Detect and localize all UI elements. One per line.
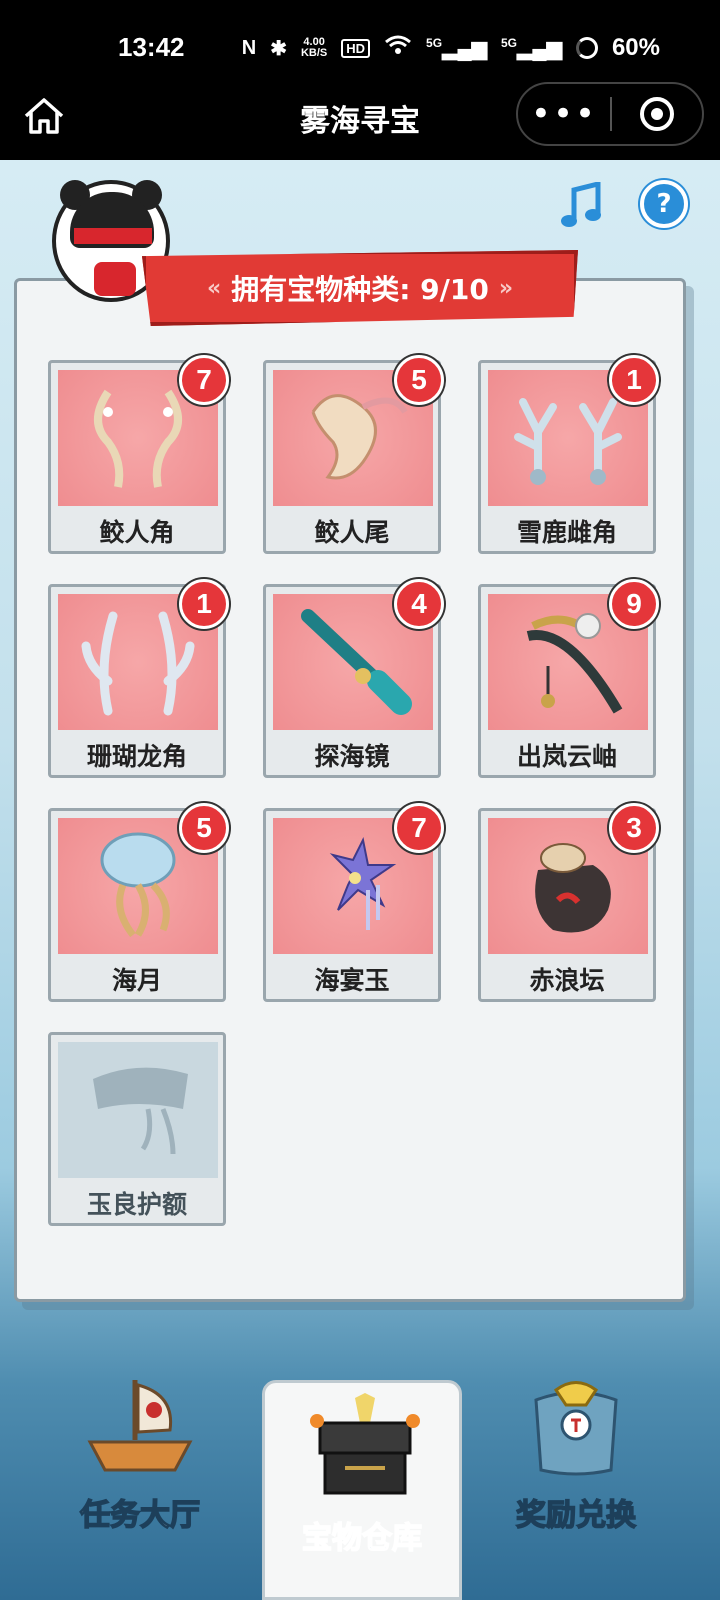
chevron-right-icon: »	[498, 275, 514, 301]
treasure-name: 海宴玉	[314, 966, 390, 995]
treasure-name: 鲛人角	[99, 518, 175, 547]
count-badge: 5	[179, 803, 229, 853]
treasure-name: 玉良护额	[86, 1190, 187, 1219]
treasure-card[interactable]: 鲛人角 7	[48, 355, 229, 554]
tab-task-hall[interactable]: 任务大厅	[40, 1360, 240, 1580]
exit-icon	[639, 97, 674, 131]
mascot-mask	[74, 228, 152, 244]
chevron-left-icon: «	[206, 275, 222, 301]
count-badge: 3	[609, 803, 659, 853]
capsule-menu: •••	[516, 82, 704, 146]
count-badge: 9	[609, 579, 659, 629]
treasure-card[interactable]: 鲛人尾 5	[263, 355, 444, 554]
treasure-card[interactable]: 探海镜 4	[263, 579, 444, 778]
count-badge: 7	[394, 803, 444, 853]
treasure-name: 海月	[111, 966, 162, 995]
treasure-card[interactable]: 海宴玉 7	[263, 803, 444, 1002]
jade-hairpin-icon	[329, 836, 397, 930]
fish-tail-icon	[311, 394, 408, 480]
coral-horn-icon	[81, 611, 195, 716]
staff-icon	[526, 613, 623, 714]
treasure-card[interactable]: 珊瑚龙角 1	[48, 579, 229, 778]
mini-program-navbar: 雾海寻宝 •••	[0, 70, 720, 160]
antler-icon	[514, 398, 622, 485]
tab-treasure-warehouse[interactable]: 宝物仓库	[262, 1380, 462, 1600]
treasure-card[interactable]: 雪鹿雌角 1	[478, 355, 659, 554]
bottom-tab-bar: 任务大厅 宝物仓库 奖励兑换	[0, 1360, 720, 1600]
gift-bag-icon	[534, 1381, 618, 1476]
telescope-icon	[301, 609, 412, 715]
headband-silhouette-icon	[93, 1067, 188, 1155]
treasure-card[interactable]: 出岚云岫 9	[478, 579, 659, 778]
count-badge: 7	[179, 355, 229, 405]
wifi-icon	[384, 34, 412, 62]
clock: 13:42	[118, 32, 185, 62]
treasure-card[interactable]: 海月 5	[48, 803, 229, 1002]
mascot-body	[94, 262, 136, 296]
treasure-name: 出岚云岫	[516, 742, 617, 771]
treasure-name: 赤浪坛	[529, 966, 605, 995]
status-icons: N ✱ 4.00 KB/S HD 5G▂▄▆ 5G▂▄▆ 60%	[242, 34, 660, 62]
treasure-art-silhouette	[58, 1042, 218, 1178]
network-label-1: 5G	[426, 35, 443, 50]
hd-icon: HD	[341, 38, 371, 58]
jellyfish-icon	[100, 832, 176, 938]
network-label-2: 5G	[501, 35, 518, 50]
jar-icon	[535, 843, 611, 933]
tab-label: 宝物仓库	[301, 1520, 423, 1557]
treasure-name: 探海镜	[314, 742, 390, 771]
treasure-card[interactable]: 赤浪坛 3	[478, 803, 659, 1002]
speed-unit: KB/S	[300, 47, 328, 59]
help-icon[interactable]: ?	[640, 180, 688, 228]
treasure-name: 鲛人尾	[314, 518, 390, 547]
treasure-chest-icon	[310, 1393, 420, 1495]
treasure-name: 雪鹿雌角	[516, 518, 617, 547]
network-speed: 4.00 KB/S	[301, 37, 327, 59]
more-button[interactable]: •••	[518, 97, 610, 131]
count-badge: 4	[394, 579, 444, 629]
banner-label: 拥有宝物种类: 9/10	[231, 273, 489, 306]
count-badge: 1	[609, 355, 659, 405]
battery-icon	[575, 37, 598, 59]
signal-icon-2: 5G▂▄▆	[501, 35, 562, 60]
signal-icon-1: 5G▂▄▆	[426, 35, 487, 60]
horn-icon	[94, 389, 182, 488]
bluetooth-icon: ✱	[270, 37, 287, 60]
count-badge: 1	[179, 579, 229, 629]
treasure-name: 珊瑚龙角	[86, 742, 187, 771]
count-badge: 5	[394, 355, 444, 405]
close-button[interactable]	[612, 97, 702, 131]
game-area: ? « 拥有宝物种类: 9/10 » 鲛人角 7 鲛人尾 5 雪鹿雌角 1 珊瑚…	[0, 160, 720, 1600]
music-icon[interactable]	[560, 180, 604, 230]
tab-label: 任务大厅	[79, 1497, 201, 1534]
boat-icon	[87, 1380, 193, 1472]
nfc-icon: N	[241, 36, 257, 59]
tab-label: 奖励兑换	[515, 1497, 637, 1534]
treasure-card-locked[interactable]: 玉良护额	[48, 1032, 226, 1226]
tab-reward-exchange[interactable]: 奖励兑换	[476, 1360, 676, 1580]
collection-banner: « 拥有宝物种类: 9/10 »	[142, 250, 578, 326]
battery-level: 60%	[611, 34, 660, 61]
